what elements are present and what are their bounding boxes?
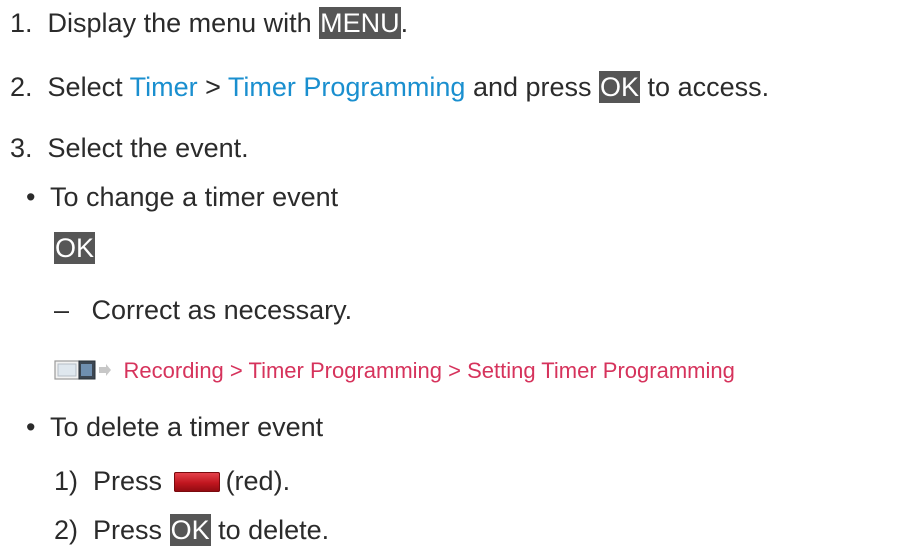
ehelp-book-icon xyxy=(54,360,111,380)
red-button-icon xyxy=(173,472,220,492)
dash: – xyxy=(54,295,70,325)
delete-event-text: To delete a timer event xyxy=(49,412,324,442)
timer-programming-link[interactable]: Timer Programming xyxy=(228,72,466,102)
substep-text-end: to delete. xyxy=(210,515,330,545)
correct-text: Correct as necessary. xyxy=(91,295,353,325)
change-event-item: • To change a timer event xyxy=(26,180,338,214)
step-number: 2. xyxy=(10,72,33,102)
reference-link[interactable]: Recording > Timer Programming > Setting … xyxy=(124,358,735,383)
step-text-mid: and press xyxy=(465,72,600,102)
step-text-end: . xyxy=(400,8,409,38)
ok-key: OK xyxy=(169,514,211,546)
delete-step-1: 1) Press (red). xyxy=(54,464,290,498)
correct-line: – Correct as necessary. xyxy=(54,293,352,327)
timer-link[interactable]: Timer xyxy=(130,72,198,102)
step-text: Select xyxy=(47,72,130,102)
delete-event-item: • To delete a timer event xyxy=(26,410,323,444)
ok-key: OK xyxy=(599,71,641,103)
change-event-text: To change a timer event xyxy=(49,182,339,212)
reference-line[interactable]: Recording > Timer Programming > Setting … xyxy=(54,352,735,386)
bullet: • xyxy=(26,412,36,442)
step-number: 3. xyxy=(10,133,33,163)
step-number: 1. xyxy=(10,8,33,38)
step-2: 2. Select Timer > Timer Programming and … xyxy=(10,70,769,104)
substep-number: 1) xyxy=(54,466,79,496)
substep-text: Press xyxy=(93,515,170,545)
ok-key: OK xyxy=(54,232,96,264)
step-text-end: to access. xyxy=(640,72,770,102)
substep-number: 2) xyxy=(54,515,79,545)
step-text: Display the menu with xyxy=(47,8,320,38)
step-3: 3. Select the event. xyxy=(10,131,249,165)
substep-text: Press xyxy=(93,466,170,496)
bullet: • xyxy=(26,182,36,212)
menu-key: MENU xyxy=(319,7,401,39)
change-ok-line: OK xyxy=(54,231,96,265)
menu-separator: > xyxy=(197,72,228,102)
step-text: Select the event. xyxy=(47,133,249,163)
step-1: 1. Display the menu with MENU. xyxy=(10,6,408,40)
substep-text-end: (red). xyxy=(225,466,291,496)
delete-step-2: 2) Press OK to delete. xyxy=(54,513,329,547)
